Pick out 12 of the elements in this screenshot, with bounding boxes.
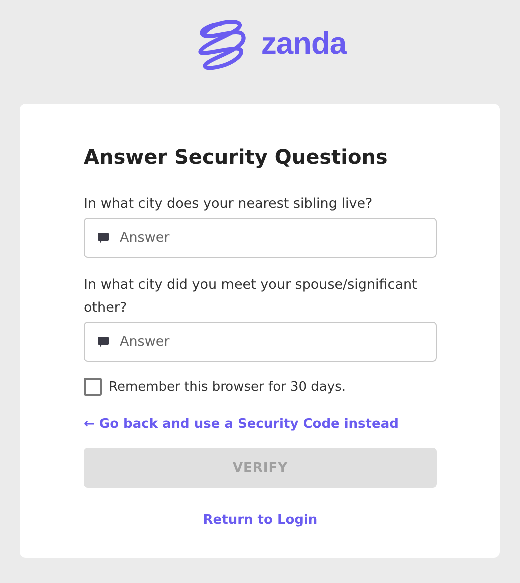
speech-bubble-icon: [97, 336, 110, 349]
answer-field[interactable]: Answer: [84, 218, 437, 258]
return-to-login-link[interactable]: Return to Login: [203, 513, 318, 528]
security-code-link[interactable]: ← Go back and use a Security Code instead: [84, 417, 399, 432]
answer-field[interactable]: Answer: [84, 322, 437, 362]
remember-checkbox[interactable]: [84, 378, 102, 396]
question-label: In what city does your nearest sibling live?: [84, 195, 374, 214]
speech-bubble-icon: [97, 232, 110, 245]
remember-label: Remember this browser for 30 days.: [109, 380, 346, 394]
page-title: Answer Security Questions: [84, 145, 389, 169]
question-label: In what city did you meet your spouse/significant other?: [84, 276, 418, 318]
logo-wordmark: zanda: [261, 26, 347, 62]
